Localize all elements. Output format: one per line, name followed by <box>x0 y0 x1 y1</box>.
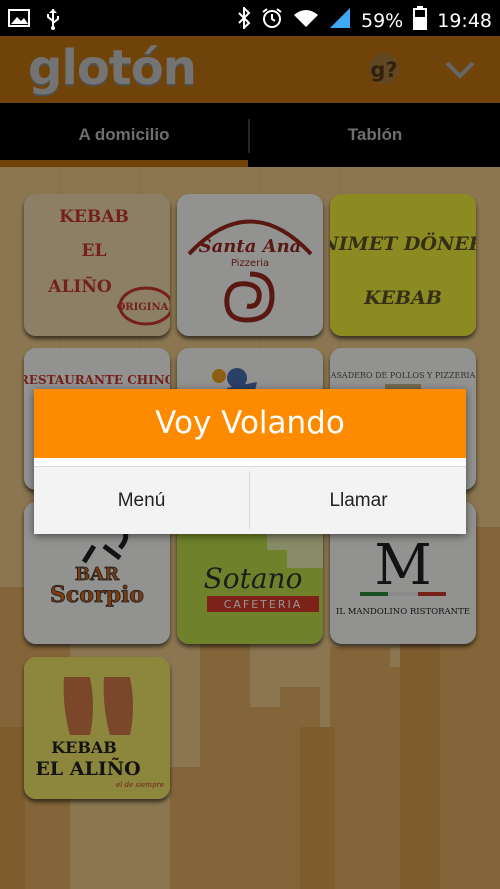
battery-icon <box>413 6 428 35</box>
clock: 19:48 <box>437 9 492 32</box>
alarm-icon <box>261 7 283 34</box>
dialog-separator <box>34 458 466 466</box>
dialog-title: Voy Volando <box>34 389 466 458</box>
call-button[interactable]: Llamar <box>251 467 466 534</box>
restaurant-dialog: Voy Volando Menú Llamar <box>34 389 466 534</box>
status-bar: 59% 19:48 <box>0 0 500 36</box>
bluetooth-icon <box>237 5 251 34</box>
usb-icon <box>46 8 60 34</box>
image-notification-icon <box>8 8 30 34</box>
menu-button[interactable]: Menú <box>34 467 249 534</box>
dialog-button-separator <box>249 471 250 529</box>
signal-icon <box>329 7 351 34</box>
battery-percent: 59% <box>361 9 404 32</box>
wifi-icon <box>293 8 319 33</box>
